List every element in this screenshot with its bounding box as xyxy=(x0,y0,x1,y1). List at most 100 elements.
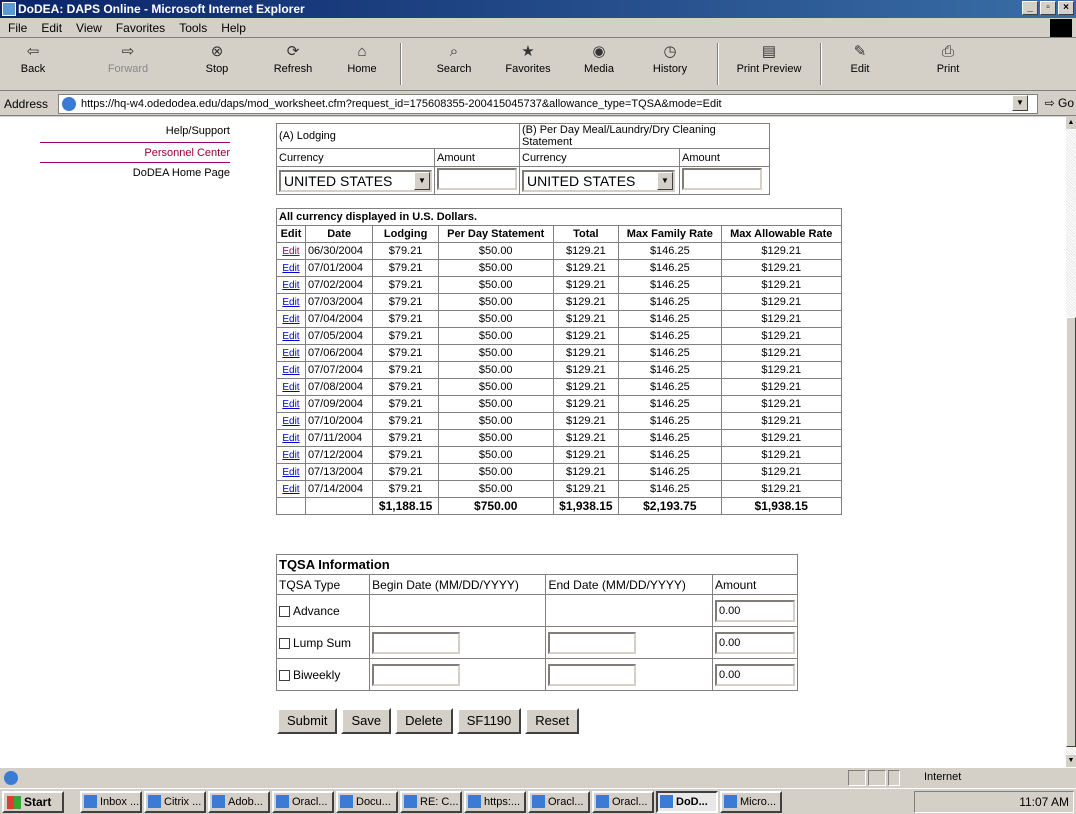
table-cell: $129.21 xyxy=(552,327,620,345)
edit-link[interactable]: Edit xyxy=(282,365,299,376)
sidebar-item-help-support[interactable]: Help/Support xyxy=(40,121,230,142)
home-icon: ⌂ xyxy=(357,43,367,60)
lump-sum-end-date-input[interactable] xyxy=(548,631,637,654)
table-cell: $79.21 xyxy=(372,395,439,413)
edit-link[interactable]: Edit xyxy=(282,433,299,444)
biweekly-checkbox[interactable] xyxy=(279,669,290,681)
go-button[interactable]: ⇨ Go xyxy=(1045,96,1074,110)
windows-logo-icon xyxy=(1050,19,1072,37)
taskbar-item[interactable]: Oracl... xyxy=(592,791,654,813)
table-cell: $79.21 xyxy=(372,276,439,294)
edit-link[interactable]: Edit xyxy=(282,484,299,495)
print-button[interactable]: ⎙ Print xyxy=(928,43,968,75)
edit-link[interactable]: Edit xyxy=(282,246,299,257)
minimize-button[interactable]: _ xyxy=(1022,1,1038,15)
vertical-scrollbar[interactable]: ▲ ▼ xyxy=(1066,117,1076,767)
edit-link[interactable]: Edit xyxy=(282,416,299,427)
taskbar-item[interactable]: Citrix ... xyxy=(144,791,206,813)
table-cell: $79.21 xyxy=(372,378,439,396)
taskbar-item[interactable]: Micro... xyxy=(720,791,782,813)
table-cell: 07/14/2004 xyxy=(304,480,374,498)
table-cell: $79.21 xyxy=(372,446,439,464)
reset-button[interactable]: Reset xyxy=(525,708,580,734)
media-button[interactable]: ◉ Media xyxy=(576,43,622,75)
advance-amount-input[interactable]: 0.00 xyxy=(715,599,795,622)
menu-favorites[interactable]: Favorites xyxy=(116,21,165,35)
save-button[interactable]: Save xyxy=(341,708,392,734)
sidebar-item-dodea-home[interactable]: DoDEA Home Page xyxy=(40,163,230,184)
toolbar-separator xyxy=(820,43,822,85)
scrollbar-thumb[interactable] xyxy=(1066,317,1076,747)
edit-link[interactable]: Edit xyxy=(282,467,299,478)
table-cell: 07/10/2004 xyxy=(304,412,374,430)
taskbar-item[interactable]: Oracl... xyxy=(272,791,334,813)
title-bar: DoDEA: DAPS Online - Microsoft Internet … xyxy=(0,0,1076,18)
column-header: Edit xyxy=(276,225,306,243)
table-cell: $129.21 xyxy=(720,327,842,345)
back-button[interactable]: ⇦ Back xyxy=(8,43,58,75)
back-arrow-icon: ⇦ xyxy=(26,43,40,60)
per-day-amount-input[interactable] xyxy=(682,168,762,190)
address-input[interactable]: https://hq-w4.odedodea.edu/daps/mod_work… xyxy=(58,94,1038,114)
sf1190-button[interactable]: SF1190 xyxy=(456,708,522,734)
edit-button[interactable]: ✎ Edit xyxy=(840,43,880,75)
refresh-button[interactable]: ⟳ Refresh xyxy=(268,43,318,75)
lodging-amount-input[interactable] xyxy=(437,168,517,190)
sidebar-item-personnel-center[interactable]: Personnel Center xyxy=(40,142,230,163)
lump-sum-begin-date-input[interactable] xyxy=(372,631,461,654)
close-button[interactable]: × xyxy=(1058,1,1074,15)
edit-link[interactable]: Edit xyxy=(282,348,299,359)
edit-link[interactable]: Edit xyxy=(282,382,299,393)
edit-link[interactable]: Edit xyxy=(282,297,299,308)
edit-link[interactable]: Edit xyxy=(282,331,299,342)
biweekly-end-date-input[interactable] xyxy=(548,663,637,686)
menu-tools[interactable]: Tools xyxy=(179,21,207,35)
totals-row: $1,188.15 $750.00 $1,938.15 $2,193.75 $1… xyxy=(276,497,842,515)
lodging-currency-select[interactable]: UNITED STATES ▼ xyxy=(279,169,432,192)
edit-link[interactable]: Edit xyxy=(282,263,299,274)
maximize-button[interactable]: ▫ xyxy=(1040,1,1056,15)
table-cell: $50.00 xyxy=(437,446,554,464)
forward-button[interactable]: ⇨ Forward xyxy=(98,43,158,75)
per-day-currency-select[interactable]: UNITED STATES ▼ xyxy=(522,169,675,192)
edit-link[interactable]: Edit xyxy=(282,280,299,291)
table-cell: $129.21 xyxy=(720,446,842,464)
lump-sum-checkbox[interactable] xyxy=(279,637,290,649)
edit-link[interactable]: Edit xyxy=(282,450,299,461)
biweekly-amount-input[interactable]: 0.00 xyxy=(715,663,795,686)
menu-view[interactable]: View xyxy=(76,21,102,35)
delete-button[interactable]: Delete xyxy=(395,708,453,734)
biweekly-begin-date-input[interactable] xyxy=(372,663,461,686)
edit-link[interactable]: Edit xyxy=(282,399,299,410)
taskbar-item[interactable]: https:... xyxy=(464,791,526,813)
taskbar-item[interactable]: Inbox ... xyxy=(80,791,142,813)
stop-button[interactable]: ⊗ Stop xyxy=(197,43,237,75)
search-button[interactable]: ⌕ Search xyxy=(430,43,478,75)
column-header: Max Allowable Rate xyxy=(720,225,842,243)
menu-edit[interactable]: Edit xyxy=(41,21,62,35)
lump-sum-amount-input[interactable]: 0.00 xyxy=(715,631,795,654)
print-preview-button[interactable]: ▤ Print Preview xyxy=(728,43,810,75)
table-cell: $50.00 xyxy=(437,412,554,430)
start-button[interactable]: Start xyxy=(2,791,64,813)
table-cell: $146.25 xyxy=(618,276,722,294)
taskbar-item[interactable]: Adob... xyxy=(208,791,270,813)
scroll-down-icon[interactable]: ▼ xyxy=(1066,755,1076,767)
address-dropdown-button[interactable]: ▼ xyxy=(1012,95,1028,111)
submit-button[interactable]: Submit xyxy=(277,708,338,734)
table-cell: $50.00 xyxy=(437,327,554,345)
taskbar-item[interactable]: DoD... xyxy=(656,791,718,813)
edit-link[interactable]: Edit xyxy=(282,314,299,325)
taskbar-item[interactable]: RE: C... xyxy=(400,791,462,813)
page-icon xyxy=(62,97,76,111)
column-header: Amount xyxy=(712,574,798,595)
home-button[interactable]: ⌂ Home xyxy=(340,43,384,75)
advance-checkbox[interactable] xyxy=(279,605,290,617)
taskbar-item[interactable]: Oracl... xyxy=(528,791,590,813)
history-button[interactable]: ◷ History xyxy=(645,43,695,75)
favorites-button[interactable]: ★ Favorites xyxy=(498,43,558,75)
taskbar-item[interactable]: Docu... xyxy=(336,791,398,813)
menu-help[interactable]: Help xyxy=(221,21,246,35)
scroll-up-icon[interactable]: ▲ xyxy=(1066,117,1076,129)
menu-file[interactable]: File xyxy=(8,21,27,35)
